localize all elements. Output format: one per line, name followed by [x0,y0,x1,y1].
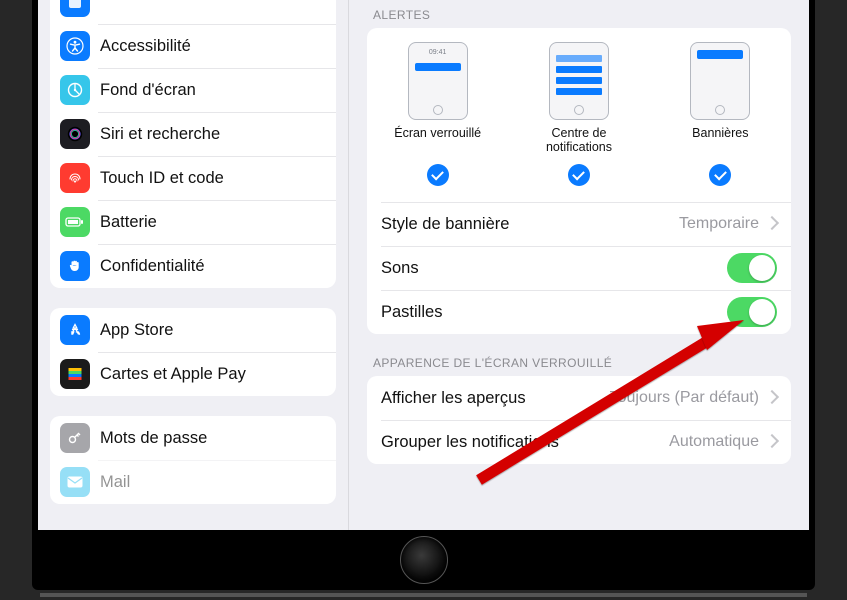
notifications-detail-pane: ALERTES 09:41 Écran verrouillé [348,0,809,530]
battery-icon [60,207,90,237]
sidebar-item-label: Mail [100,473,130,492]
notification-grouping-row[interactable]: Grouper les notifications Automatique [367,420,791,464]
sidebar-item-label: Siri et recherche [100,125,220,144]
alert-type-label: Centre de notifications [519,126,639,156]
sidebar-item-siri[interactable]: Siri et recherche [50,112,336,156]
sidebar-group-general: Accessibilité Fond d'écran Siri et reche… [50,0,336,288]
sidebar-item-privacy[interactable]: Confidentialité [50,244,336,288]
checkmark-icon [568,164,590,186]
sidebar-item-mail[interactable]: Mail [50,460,336,504]
setting-value: Toujours (Par défaut) [610,389,759,407]
lockscreen-preview-icon: 09:41 [408,42,468,120]
sidebar-item-accessibility[interactable]: Accessibilité [50,24,336,68]
accessibility-icon [60,31,90,61]
sidebar-item-appstore[interactable]: App Store [50,308,336,352]
generic-icon [60,0,90,17]
appstore-icon [60,315,90,345]
alert-type-lockscreen[interactable]: 09:41 Écran verrouillé [378,42,498,186]
show-previews-row[interactable]: Afficher les aperçus Toujours (Par défau… [367,376,791,420]
checkmark-icon [709,164,731,186]
sounds-toggle[interactable] [727,253,777,283]
alerts-card: 09:41 Écran verrouillé [367,28,791,334]
chevron-right-icon [767,389,777,407]
sidebar-item-label: Batterie [100,213,157,232]
fingerprint-icon [60,163,90,193]
alert-type-banners[interactable]: Bannières [660,42,780,186]
sidebar-item-label: Cartes et Apple Pay [100,365,246,384]
sidebar-group-accounts: Mots de passe Mail [50,416,336,504]
sidebar-item-unknown[interactable] [50,0,336,24]
alert-type-notification-center[interactable]: Centre de notifications [519,42,639,186]
chevron-right-icon [767,433,777,451]
banners-preview-icon [690,42,750,120]
wallpaper-icon [60,75,90,105]
device-bezel-bottom [32,530,815,590]
badges-toggle[interactable] [727,297,777,327]
checkmark-icon [427,164,449,186]
sidebar-item-touchid[interactable]: Touch ID et code [50,156,336,200]
lockscreen-section-header: APPARENCE DE L'ÉCRAN VERROUILLÉ [373,356,785,370]
sidebar-item-label: Accessibilité [100,37,191,56]
badges-row[interactable]: Pastilles [367,290,791,334]
sidebar-item-wallpaper[interactable]: Fond d'écran [50,68,336,112]
alert-type-label: Bannières [692,126,748,156]
sidebar-item-wallet[interactable]: Cartes et Apple Pay [50,352,336,396]
mail-icon [60,467,90,497]
alerts-section-header: ALERTES [373,8,785,22]
hand-icon [60,251,90,281]
sidebar-item-label: App Store [100,321,173,340]
setting-label: Sons [381,259,419,278]
sidebar-item-label: Touch ID et code [100,169,224,188]
chevron-right-icon [767,215,777,233]
banner-style-row[interactable]: Style de bannière Temporaire [367,202,791,246]
sounds-row[interactable]: Sons [367,246,791,290]
alert-types-row: 09:41 Écran verrouillé [367,28,791,190]
setting-label: Style de bannière [381,215,509,234]
sidebar-item-battery[interactable]: Batterie [50,200,336,244]
setting-value: Automatique [669,433,759,451]
wallet-icon [60,359,90,389]
setting-label: Pastilles [381,303,442,322]
home-button[interactable] [400,536,448,584]
sidebar-item-label: Confidentialité [100,257,205,276]
setting-label: Afficher les aperçus [381,389,526,408]
key-icon [60,423,90,453]
settings-sidebar: Accessibilité Fond d'écran Siri et reche… [38,0,348,530]
alert-type-label: Écran verrouillé [394,126,481,156]
sidebar-group-store: App Store Cartes et Apple Pay [50,308,336,396]
setting-label: Grouper les notifications [381,433,559,452]
setting-value: Temporaire [679,215,759,233]
sidebar-item-passwords[interactable]: Mots de passe [50,416,336,460]
siri-icon [60,119,90,149]
sidebar-item-label: Mots de passe [100,429,207,448]
lockscreen-card: Afficher les aperçus Toujours (Par défau… [367,376,791,464]
lockscreen-time: 09:41 [409,49,467,56]
notification-center-preview-icon [549,42,609,120]
sidebar-item-label: Fond d'écran [100,81,196,100]
